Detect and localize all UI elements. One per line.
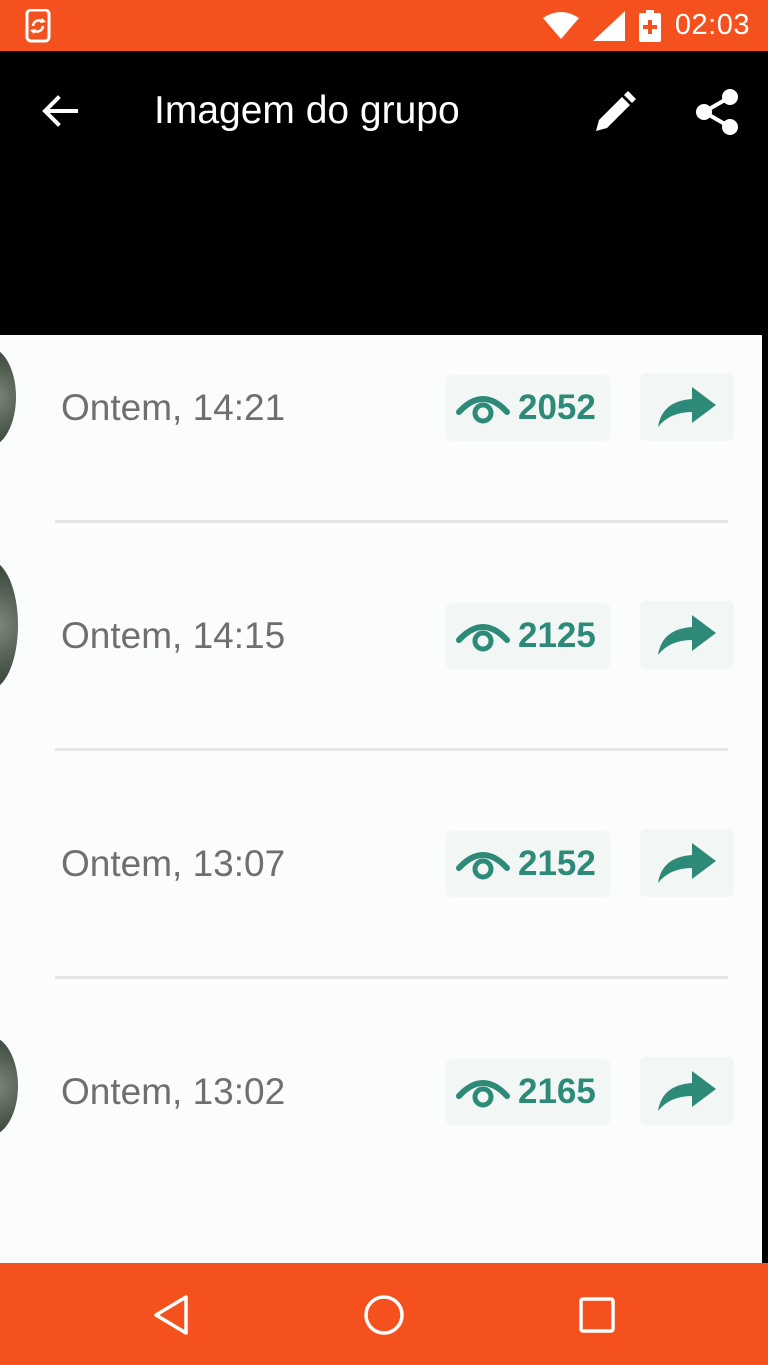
page-title: Imagem do grupo — [154, 89, 460, 132]
view-count: 2152 — [446, 831, 610, 897]
status-bar: 02:03 — [0, 0, 768, 51]
group-image[interactable]: Ontem, 14:21 2052 Ontem, 14:15 2125 Onte… — [0, 335, 762, 1273]
signal-icon — [592, 10, 625, 41]
list-item: Ontem, 13:02 2165 — [0, 1036, 762, 1269]
forward-arrow-icon — [658, 843, 716, 883]
view-count-value: 2125 — [518, 616, 596, 655]
view-count-value: 2152 — [518, 844, 596, 883]
forward-button — [640, 601, 734, 669]
wifi-icon — [542, 11, 579, 39]
battery-charging-icon — [638, 9, 661, 42]
forward-arrow-icon — [658, 1071, 716, 1111]
divider — [55, 976, 728, 979]
avatar — [0, 347, 16, 447]
list-item: Ontem, 14:21 2052 — [0, 347, 762, 585]
navigation-bar — [0, 1263, 768, 1365]
share-icon[interactable] — [692, 87, 742, 137]
view-count: 2165 — [446, 1059, 610, 1125]
app-bar: Imagem do grupo — [0, 51, 768, 173]
back-arrow-icon[interactable] — [38, 89, 82, 133]
view-count-value: 2165 — [518, 1072, 596, 1111]
edit-pencil-icon[interactable] — [590, 89, 638, 137]
forward-button — [640, 829, 734, 897]
view-count: 2125 — [446, 603, 610, 669]
forward-button — [640, 1057, 734, 1125]
home-circle-icon[interactable] — [362, 1293, 406, 1337]
eye-icon — [456, 852, 510, 880]
message-time: Ontem, 13:07 — [61, 843, 286, 884]
avatar — [0, 1036, 18, 1136]
forward-arrow-icon — [658, 387, 716, 427]
forward-button — [640, 373, 734, 441]
sync-phone-icon — [25, 9, 51, 43]
list-item: Ontem, 14:15 2125 — [0, 560, 762, 813]
eye-icon — [456, 396, 510, 424]
status-time: 02:03 — [674, 9, 750, 41]
forward-arrow-icon — [658, 615, 716, 655]
recents-square-icon[interactable] — [575, 1293, 619, 1337]
message-time: Ontem, 14:15 — [61, 615, 286, 656]
divider — [55, 520, 728, 523]
eye-icon — [456, 1080, 510, 1108]
divider — [55, 748, 728, 751]
image-viewer[interactable]: Ontem, 14:21 2052 Ontem, 14:15 2125 Onte… — [0, 173, 768, 1273]
eye-icon — [456, 624, 510, 652]
view-count-value: 2052 — [518, 388, 596, 427]
message-time: Ontem, 13:02 — [61, 1071, 286, 1112]
list-item: Ontem, 13:07 2152 — [0, 813, 762, 1041]
back-triangle-icon[interactable] — [150, 1293, 194, 1337]
view-count: 2052 — [446, 375, 610, 441]
message-time: Ontem, 14:21 — [61, 387, 286, 428]
